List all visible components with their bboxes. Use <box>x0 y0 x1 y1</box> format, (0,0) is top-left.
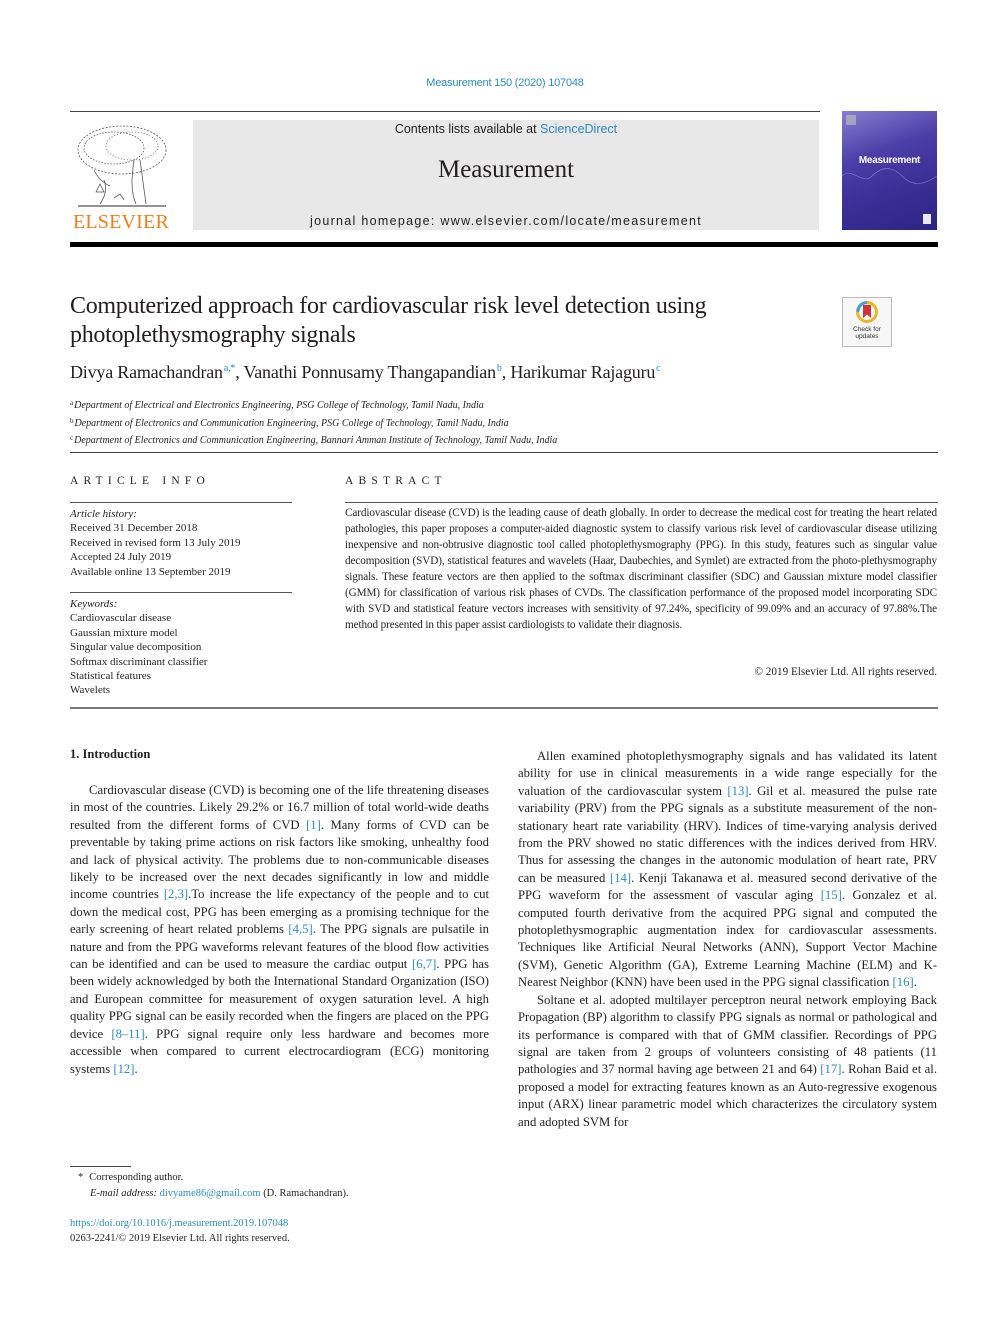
crossmark-icon <box>856 301 878 323</box>
abstract-copyright: © 2019 Elsevier Ltd. All rights reserved… <box>754 666 938 678</box>
paragraph-text: . <box>913 975 917 990</box>
check-for-updates-label: Check for updates <box>853 326 881 340</box>
journal-homepage-link[interactable]: journal homepage: www.elsevier.com/locat… <box>193 214 819 228</box>
keyword-item: Gaussian mixture model <box>70 626 178 639</box>
affiliation-text: Department of Electronics and Communicat… <box>74 417 509 429</box>
citation-link[interactable]: [14] <box>610 871 631 885</box>
elsevier-wordmark: ELSEVIER <box>72 211 170 233</box>
keywords-divider <box>70 592 292 593</box>
contents-available-line: Contents lists available at ScienceDirec… <box>193 122 819 136</box>
header-bottom-rule <box>70 242 938 247</box>
paragraph-text: . Gonzalez et al. computed fourth deriva… <box>518 888 937 990</box>
citation-link[interactable]: [12] <box>113 1062 134 1076</box>
corresponding-author-text: Corresponding author. <box>89 1172 184 1183</box>
affiliation-text: Department of Electrical and Electronics… <box>74 400 484 411</box>
journal-cover-image[interactable]: Measurement <box>842 111 937 230</box>
abstract-bottom-divider <box>70 707 938 709</box>
footnote-marker: * <box>78 1172 84 1183</box>
abstract-heading: ABSTRACT <box>345 475 447 487</box>
doi-block: https://doi.org/10.1016/j.measurement.20… <box>70 1216 290 1246</box>
history-item: Accepted 24 July 2019 <box>70 551 172 564</box>
email-link[interactable]: divyame86@gmail.com <box>160 1188 261 1199</box>
sciencedirect-link[interactable]: ScienceDirect <box>540 122 617 136</box>
corresponding-author-note: * Corresponding author. <box>70 1170 349 1186</box>
affiliation-item: aDepartment of Electrical and Electronic… <box>70 396 557 414</box>
check-for-updates-button[interactable]: Check for updates <box>842 297 892 347</box>
journal-title: Measurement <box>437 156 575 183</box>
email-suffix: (D. Ramachandran). <box>260 1188 349 1199</box>
body-paragraph: Allen examined photoplethysmography sign… <box>518 748 937 992</box>
author-list: Divya Ramachandrana,*, Vanathi Ponnusamy… <box>70 362 661 383</box>
affiliation-key: a <box>70 399 74 407</box>
body-column-right: Allen examined photoplethysmography sign… <box>518 748 937 1131</box>
email-note: E-mail address: divyame86@gmail.com (D. … <box>70 1186 349 1202</box>
email-label: E-mail address: <box>90 1188 160 1199</box>
contents-prefix: Contents lists available at <box>394 122 541 136</box>
cover-society-icon <box>923 214 931 224</box>
author-name[interactable]: Vanathi Ponnusamy Thangapandian <box>243 362 496 382</box>
keyword-item: Singular value decomposition <box>70 641 202 654</box>
citation-link[interactable]: [2,3] <box>164 887 188 901</box>
citation-link[interactable]: [1] <box>306 818 321 832</box>
section-heading-introduction: 1. Introduction <box>70 747 151 761</box>
journal-reference-link[interactable]: Measurement 150 (2020) 107048 <box>0 77 992 89</box>
section-divider <box>70 452 938 453</box>
article-history: Article history: Received 31 December 20… <box>70 507 240 579</box>
citation-link[interactable]: [4,5] <box>288 922 312 936</box>
affiliation-key: c <box>70 434 74 442</box>
citation-link[interactable]: [6,7] <box>412 957 436 971</box>
abstract-divider <box>345 502 938 503</box>
keywords-list: Keywords: Cardiovascular disease Gaussia… <box>70 597 207 698</box>
history-item: Received 31 December 2018 <box>70 522 198 535</box>
keyword-item: Cardiovascular disease <box>70 612 172 625</box>
keywords-label: Keywords: <box>70 598 118 610</box>
body-column-left: Cardiovascular disease (CVD) is becoming… <box>70 782 489 1078</box>
journal-header-box: Contents lists available at ScienceDirec… <box>193 120 819 230</box>
body-paragraph: Soltane et al. adopted multilayer percep… <box>518 992 937 1131</box>
history-item: Available online 13 September 2019 <box>70 565 231 578</box>
history-item: Received in revised form 13 July 2019 <box>70 536 241 549</box>
paragraph-text: . Gil et al. measured the pulse rate var… <box>518 783 937 885</box>
citation-link[interactable]: [13] <box>727 784 748 798</box>
affiliation-key: b <box>70 416 74 425</box>
article-title: Computerized approach for cardiovascular… <box>70 293 707 348</box>
keyword-item: Wavelets <box>70 684 111 697</box>
keyword-item: Statistical features <box>70 670 151 683</box>
cover-publisher-icon <box>846 115 856 125</box>
paragraph-text: . <box>134 1061 138 1076</box>
author-affiliation-marker[interactable]: c <box>656 363 660 374</box>
author-name[interactable]: Divya Ramachandran <box>70 362 223 382</box>
keyword-item: Softmax discriminant classifier <box>70 655 208 668</box>
author-affiliation-marker[interactable]: a,* <box>224 363 236 374</box>
citation-link[interactable]: [17] <box>820 1062 841 1076</box>
affiliation-item: cDepartment of Electronics and Communica… <box>70 431 557 449</box>
header-top-rule <box>70 111 820 112</box>
citation-link[interactable]: [15] <box>821 888 842 902</box>
footnote: * Corresponding author. E-mail address: d… <box>70 1170 349 1202</box>
citation-link[interactable]: [16] <box>893 975 914 989</box>
abstract-text: Cardiovascular disease (CVD) is the lead… <box>345 507 937 631</box>
issn-copyright: 0263-2241/© 2019 Elsevier Ltd. All right… <box>70 1233 290 1244</box>
citation-link[interactable]: [8–11] <box>111 1027 144 1041</box>
doi-link[interactable]: https://doi.org/10.1016/j.measurement.20… <box>70 1216 290 1231</box>
elsevier-tree-icon <box>77 125 167 207</box>
article-history-label: Article history: <box>70 508 137 520</box>
elsevier-logo[interactable]: ELSEVIER <box>70 120 172 233</box>
cover-journal-title: Measurement <box>858 155 921 166</box>
body-paragraph: Cardiovascular disease (CVD) is becoming… <box>70 782 489 1078</box>
author-name[interactable]: Harikumar Rajaguru <box>510 362 655 382</box>
affiliation-item: bDepartment of Electronics and Communica… <box>70 414 557 432</box>
affiliation-text: Department of Electronics and Communicat… <box>74 435 558 446</box>
article-info-divider <box>70 502 292 503</box>
affiliation-list: aDepartment of Electrical and Electronic… <box>70 396 557 449</box>
footnote-divider <box>70 1166 131 1167</box>
article-info-heading: ARTICLE INFO <box>70 475 210 487</box>
